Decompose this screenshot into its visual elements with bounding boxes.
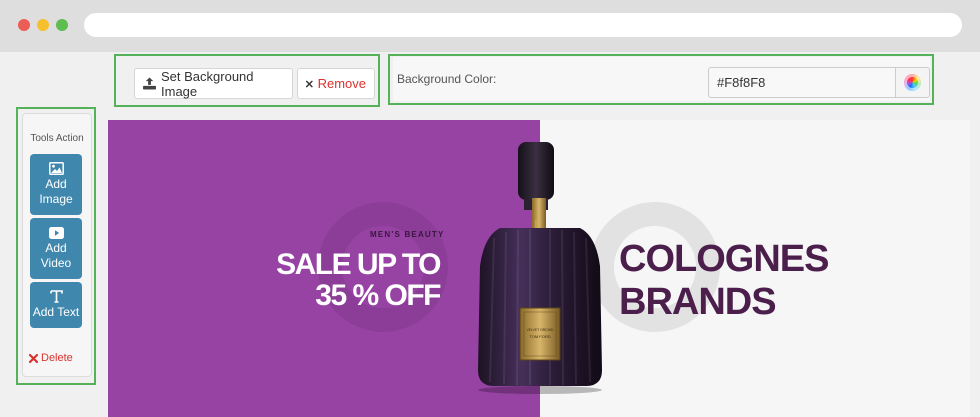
- text-icon: [49, 290, 63, 303]
- address-bar[interactable]: [84, 13, 962, 37]
- add-video-button[interactable]: Add Video: [30, 218, 82, 279]
- close-window-dot[interactable]: [18, 19, 30, 31]
- sale-line-1: SALE UP TO: [276, 248, 441, 281]
- sale-headline: SALE UP TO 35 % OFF: [268, 248, 441, 312]
- close-icon: [306, 80, 313, 87]
- banner-canvas[interactable]: MEN'S BEAUTY SALE UP TO 35 % OFF VELVET …: [108, 120, 970, 417]
- set-background-image-label: Set Background Image: [161, 68, 254, 99]
- bottle-label-line-2: TOM FORD: [529, 334, 550, 339]
- add-video-label: Add Video: [40, 240, 72, 270]
- color-picker-button[interactable]: [895, 67, 930, 98]
- remove-background-button[interactable]: Remove: [297, 68, 375, 99]
- delete-link[interactable]: Delete: [29, 352, 73, 364]
- tools-title: Tools Action: [30, 133, 84, 144]
- upload-icon: [143, 77, 157, 90]
- brand-line-1: COLOGNES: [619, 238, 829, 280]
- brand-line-2: BRANDS: [619, 281, 777, 323]
- bottle-label-line-1: VELVET ORCHID: [526, 328, 554, 332]
- minimize-window-dot[interactable]: [37, 19, 49, 31]
- play-icon: [48, 226, 64, 239]
- close-icon: [29, 353, 38, 363]
- maximize-window-dot[interactable]: [56, 19, 68, 31]
- color-wheel-icon: [904, 74, 921, 91]
- add-text-button[interactable]: Add Text: [30, 282, 82, 328]
- background-color-label: Background Color:: [397, 72, 497, 86]
- browser-chrome: [0, 0, 980, 52]
- set-background-image-button[interactable]: Set Background Image: [134, 68, 293, 99]
- add-image-button[interactable]: Add Image: [30, 154, 82, 215]
- brand-headline: COLOGNES BRANDS: [619, 238, 829, 324]
- background-color-input[interactable]: #F8f8F8: [708, 67, 896, 98]
- sale-line-2: 35 % OFF: [315, 279, 441, 312]
- add-text-label: Add Text: [32, 305, 80, 319]
- delete-label: Delete: [41, 352, 73, 364]
- perfume-bottle-image: VELVET ORCHID TOM FORD: [478, 142, 602, 394]
- add-image-label: Add Image: [39, 177, 73, 206]
- remove-label: Remove: [317, 76, 366, 91]
- banner-kicker: MEN'S BEAUTY: [370, 230, 445, 239]
- image-icon: [48, 162, 64, 175]
